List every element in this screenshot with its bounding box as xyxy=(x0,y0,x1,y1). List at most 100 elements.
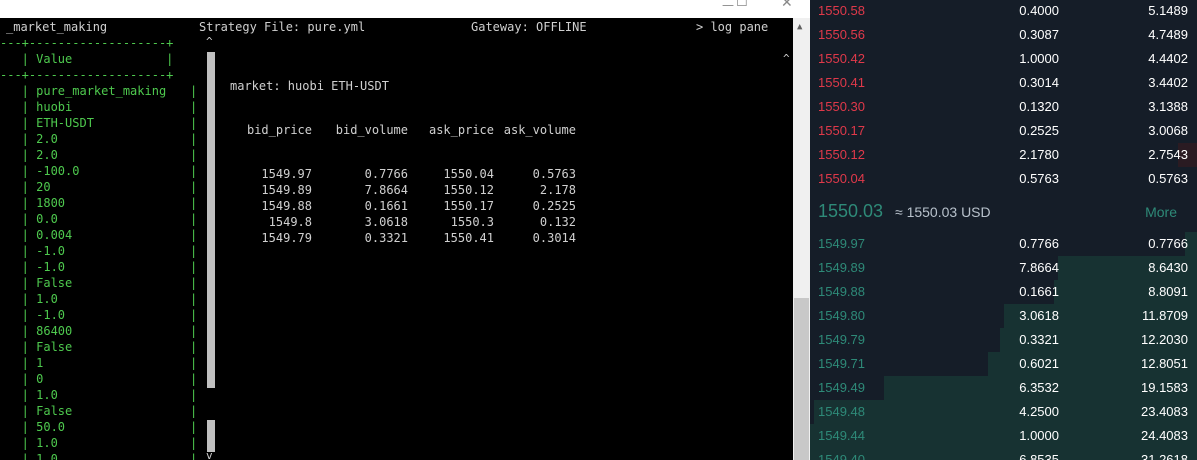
config-row: | 1.0 | xyxy=(0,387,200,403)
order-total: 3.0068 xyxy=(1148,123,1188,138)
config-value: False xyxy=(36,404,73,418)
bid-row[interactable]: 1549.49 6.3532 19.1583 xyxy=(810,376,1197,400)
config-row-border: | xyxy=(0,84,37,98)
config-row-border: | xyxy=(0,404,37,418)
config-scrollbar-thumb[interactable] xyxy=(207,52,215,388)
bid-row[interactable]: 1549.88 0.1661 8.8091 xyxy=(810,280,1197,304)
order-amount: 0.3321 xyxy=(1019,332,1059,347)
config-row-border: | xyxy=(0,420,37,434)
order-price: 1550.17 xyxy=(818,123,865,138)
bid-row[interactable]: 1549.97 0.7766 0.7766 xyxy=(810,232,1197,256)
config-scroll-up[interactable]: ^ xyxy=(206,36,213,48)
ask-row[interactable]: 1550.58 0.4000 5.1489 xyxy=(810,0,1197,23)
order-price: 1549.97 xyxy=(818,236,865,251)
order-total: 8.8091 xyxy=(1148,284,1188,299)
order-total: 4.7489 xyxy=(1148,27,1188,42)
config-row-border: | xyxy=(0,180,37,194)
order-amount: 3.0618 xyxy=(1019,308,1059,323)
bid-row[interactable]: 1549.89 7.8664 8.6430 xyxy=(810,256,1197,280)
depth-bar xyxy=(813,400,1197,424)
bid-row[interactable]: 1549.44 1.0000 24.4083 xyxy=(810,424,1197,448)
order-price: 1550.58 xyxy=(818,3,865,18)
ask-row[interactable]: 1550.41 0.3014 3.4402 xyxy=(810,71,1197,95)
ask-row[interactable]: 1550.42 1.0000 4.4402 xyxy=(810,47,1197,71)
order-amount: 7.8664 xyxy=(1019,260,1059,275)
bid-row[interactable]: 1549.71 0.6021 12.8051 xyxy=(810,352,1197,376)
order-amount: 1.0000 xyxy=(1019,428,1059,443)
config-row-border: | xyxy=(190,356,198,370)
more-link[interactable]: More xyxy=(1145,204,1177,220)
market-cell-bid-price: 1549.79 xyxy=(261,231,312,245)
window-scrollbar-thumb[interactable] xyxy=(794,298,809,460)
market-cell-ask-volume: 0.2525 xyxy=(532,199,576,213)
order-price: 1549.49 xyxy=(818,380,865,395)
config-scrollbar-thumb-lower[interactable] xyxy=(207,420,215,452)
order-total: 23.4083 xyxy=(1141,404,1188,419)
config-row-border: | xyxy=(190,196,198,210)
market-table-row: 1549.97 0.7766 1550.04 0.5763 xyxy=(230,166,576,182)
ask-row[interactable]: 1550.12 2.1780 2.7543 xyxy=(810,143,1197,167)
config-row-border: | xyxy=(190,260,198,274)
window-scrollbar[interactable]: ▲ xyxy=(793,18,810,460)
close-icon[interactable]: ✕ xyxy=(781,0,793,10)
ask-row[interactable]: 1550.04 0.5763 0.5763 xyxy=(810,167,1197,191)
config-value: ETH-USDT xyxy=(36,116,94,130)
strategy-file: Strategy File: pure.yml xyxy=(199,20,366,34)
order-price: 1550.30 xyxy=(818,99,865,114)
market-table-header: bid_price bid_volume ask_price ask_volume xyxy=(230,122,576,138)
market-scroll-up[interactable]: ^ xyxy=(783,52,790,65)
config-row-border: | xyxy=(190,372,198,386)
market-cell-bid-volume: 0.7766 xyxy=(364,167,408,181)
bid-row[interactable]: 1549.40 6.8535 31.2618 xyxy=(810,448,1197,460)
bid-row[interactable]: 1549.79 0.3321 12.2030 xyxy=(810,328,1197,352)
market-cell-bid-volume: 7.8664 xyxy=(364,183,408,197)
ask-row[interactable]: 1550.30 0.1320 3.1388 xyxy=(810,95,1197,119)
config-value: 0.004 xyxy=(36,228,73,242)
config-row-border: | xyxy=(0,356,37,370)
config-row: | pure_market_making | xyxy=(0,83,200,99)
config-value: 0.0 xyxy=(36,212,58,226)
order-amount: 1.0000 xyxy=(1019,51,1059,66)
log-pane-toggle[interactable]: > log pane xyxy=(696,21,768,34)
config-row-border: | xyxy=(0,148,37,162)
config-row-border: | xyxy=(190,388,198,402)
config-row: | -1.0 | xyxy=(0,243,200,259)
bid-row[interactable]: 1549.48 4.2500 23.4083 xyxy=(810,400,1197,424)
scroll-up-arrow-icon[interactable]: ▲ xyxy=(797,22,802,32)
order-price: 1549.88 xyxy=(818,284,865,299)
bid-row[interactable]: 1549.80 3.0618 11.8709 xyxy=(810,304,1197,328)
config-value: 1800 xyxy=(36,196,66,210)
market-column-header: ask_price xyxy=(428,123,494,137)
config-value: 50.0 xyxy=(36,420,66,434)
order-total: 5.1489 xyxy=(1148,3,1188,18)
config-row: | 0 | xyxy=(0,371,200,387)
maximize-icon[interactable]: ☐ xyxy=(736,0,748,9)
config-row-border: | xyxy=(0,372,37,386)
order-total: 0.7766 xyxy=(1148,236,1188,251)
market-pane: market: huobi ETH-USDT bid_price bid_volu… xyxy=(230,50,576,274)
config-value: 1.0 xyxy=(36,292,58,306)
config-value: 2.0 xyxy=(36,132,58,146)
depth-bar xyxy=(810,424,1197,448)
order-price: 1550.56 xyxy=(818,27,865,42)
order-amount: 0.2525 xyxy=(1019,123,1059,138)
config-row-border: | xyxy=(190,324,198,338)
config-row-border: | xyxy=(0,340,37,354)
market-cell-ask-price: 1550.3 xyxy=(450,215,494,229)
ask-row[interactable]: 1550.56 0.3087 4.7489 xyxy=(810,23,1197,47)
gateway-status: Gateway: OFFLINE xyxy=(471,20,587,34)
config-row-border: | xyxy=(190,148,198,162)
config-row-border: | xyxy=(0,452,37,460)
order-amount: 0.6021 xyxy=(1019,356,1059,371)
config-row: | 1 | xyxy=(0,355,200,371)
config-row-border: | xyxy=(0,228,37,242)
order-price: 1549.80 xyxy=(818,308,865,323)
ask-row[interactable]: 1550.17 0.2525 3.0068 xyxy=(810,119,1197,143)
minimize-icon[interactable]: — xyxy=(722,0,734,11)
depth-bar xyxy=(810,448,1197,460)
market-column-header: bid_volume xyxy=(335,123,408,137)
config-value: 20 xyxy=(36,180,51,194)
config-row-border: | xyxy=(0,292,37,306)
market-table-body: 1549.97 0.7766 1550.04 0.5763 1549.89 7.8664 1… xyxy=(230,166,576,246)
market-cell-bid-price: 1549.88 xyxy=(261,199,312,213)
